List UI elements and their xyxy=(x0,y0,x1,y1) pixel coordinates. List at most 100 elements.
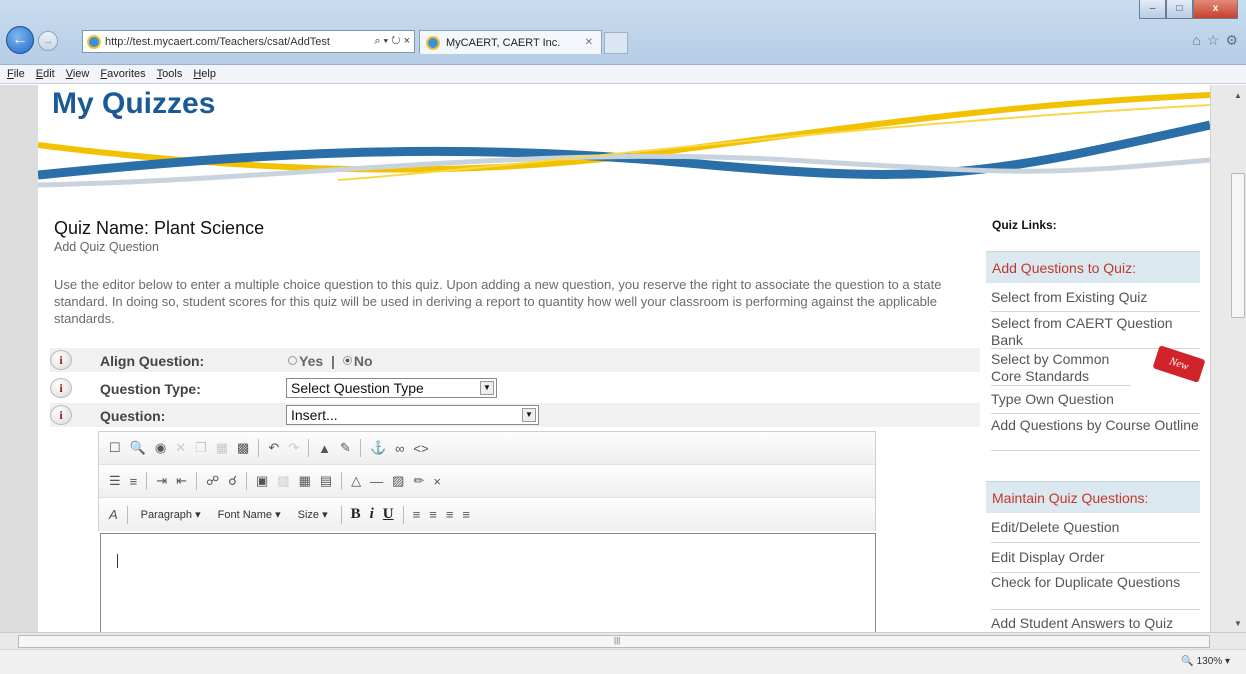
chevron-down-icon[interactable]: ▼ xyxy=(480,381,494,395)
browser-toolbar-icons: ⌂ ☆ ⚙ xyxy=(1192,32,1238,49)
question-editor-body[interactable] xyxy=(100,533,876,632)
font-name-dropdown[interactable]: Font Name ▾ xyxy=(214,506,285,523)
back-button[interactable]: ← xyxy=(6,26,34,54)
ordered-list-icon[interactable]: ☰ xyxy=(109,473,121,489)
info-icon[interactable]: i xyxy=(50,350,72,370)
chevron-down-icon[interactable]: ▼ xyxy=(522,408,536,422)
clear-format-icon[interactable]: × xyxy=(433,474,441,489)
align-yes-radio[interactable] xyxy=(288,356,297,365)
horizontal-scrollbar[interactable]: ||| xyxy=(0,632,1246,649)
align-left-icon[interactable]: ≡ xyxy=(413,507,421,522)
forward-button[interactable]: → xyxy=(38,31,58,51)
font-color-icon[interactable]: ▲ xyxy=(318,441,331,456)
paragraph-dropdown[interactable]: Paragraph ▾ xyxy=(137,506,205,523)
bullet-list-icon[interactable]: ≡ xyxy=(130,474,138,489)
insert-image-icon[interactable]: ▣ xyxy=(256,473,268,489)
font-name-label: Font Name xyxy=(217,509,273,521)
home-icon[interactable]: ⌂ xyxy=(1192,32,1200,49)
maximize-button[interactable]: □ xyxy=(1166,0,1193,19)
star-icon[interactable]: ☆ xyxy=(1207,32,1220,49)
new-doc-icon[interactable]: ☐ xyxy=(109,440,121,456)
align-right-icon[interactable]: ≡ xyxy=(446,507,454,522)
minimize-button[interactable]: – xyxy=(1139,0,1166,19)
insert-select[interactable]: Insert... ▼ xyxy=(286,405,539,425)
horizontal-rule-icon[interactable]: — xyxy=(370,474,383,489)
address-controls[interactable]: ⌕ ▾ ↻ × xyxy=(370,35,414,48)
copy-icon[interactable]: ❐ xyxy=(195,440,207,456)
question-type-select[interactable]: Select Question Type ▼ xyxy=(286,378,497,398)
paragraph-label: Paragraph xyxy=(140,509,193,521)
underline-button[interactable]: U xyxy=(383,506,394,523)
align-no-label[interactable]: No xyxy=(354,353,373,369)
bold-button[interactable]: B xyxy=(351,506,361,523)
new-tab-button[interactable] xyxy=(604,32,628,54)
paste-icon[interactable]: ▦ xyxy=(216,440,228,456)
page-viewport: My Quizzes Quiz Name: Plant Science Add … xyxy=(0,85,1246,632)
undo-icon[interactable]: ↶ xyxy=(268,440,279,456)
quiz-name: Quiz Name: Plant Science xyxy=(54,218,265,238)
justify-icon[interactable]: ≡ xyxy=(462,507,470,522)
vertical-scrollbar[interactable]: ▲ ▼ xyxy=(1210,85,1246,632)
template-icon[interactable]: ▤ xyxy=(320,473,332,489)
menu-file[interactable]: File xyxy=(7,65,25,83)
insert-link-icon[interactable]: ☍ xyxy=(206,473,219,489)
table-icon[interactable]: ▦ xyxy=(299,473,311,489)
unlink-icon[interactable]: ☌ xyxy=(228,473,237,489)
link-common-core[interactable]: Select by Common Core Standards xyxy=(991,351,1131,386)
size-dropdown[interactable]: Size ▾ xyxy=(294,506,332,523)
zoom-control[interactable]: 🔍 130% ▾ xyxy=(1181,656,1230,667)
link-caert-bank[interactable]: Select from CAERT Question Bank xyxy=(991,315,1200,349)
menu-tools[interactable]: Tools xyxy=(157,65,183,83)
link-edit-delete[interactable]: Edit/Delete Question xyxy=(991,519,1200,543)
link-student-answers[interactable]: Add Student Answers to Quiz xyxy=(991,615,1200,632)
code-icon[interactable]: <> xyxy=(413,441,428,456)
browser-tab[interactable]: MyCAERT, CAERT Inc. ✕ xyxy=(419,30,602,54)
menu-help[interactable]: Help xyxy=(193,65,216,83)
align-center-icon[interactable]: ≡ xyxy=(429,507,437,522)
indent-icon[interactable]: ⇥ xyxy=(156,473,167,489)
vertical-scroll-thumb[interactable] xyxy=(1231,173,1245,318)
type-label: Question Type: xyxy=(100,381,201,397)
info-icon[interactable]: i xyxy=(50,378,72,398)
flash-icon[interactable]: ▧ xyxy=(277,473,289,489)
anchor-icon[interactable]: ⚓ xyxy=(370,440,386,456)
menu-view[interactable]: View xyxy=(66,65,90,83)
align-label: Align Question: xyxy=(100,353,205,369)
cut-icon[interactable]: ✕ xyxy=(175,440,186,456)
link-type-own[interactable]: Type Own Question xyxy=(991,391,1200,414)
tab-title: MyCAERT, CAERT Inc. xyxy=(446,36,561,49)
link-duplicates[interactable]: Check for Duplicate Questions xyxy=(991,574,1200,610)
preview-icon[interactable]: 🔍 xyxy=(130,440,146,456)
align-no-radio[interactable] xyxy=(342,356,352,365)
find-icon[interactable]: ◉ xyxy=(155,440,166,456)
menu-edit[interactable]: Edit xyxy=(36,65,55,83)
symbol-icon[interactable]: △ xyxy=(351,473,361,489)
style-icon[interactable]: A xyxy=(109,507,118,522)
paste-word-icon[interactable]: ▩ xyxy=(237,440,249,456)
eraser-icon[interactable]: ✏ xyxy=(413,473,424,489)
address-bar[interactable]: http://test.mycaert.com/Teachers/csat/Ad… xyxy=(82,30,415,53)
align-yes-label[interactable]: Yes xyxy=(299,353,323,369)
close-window-button[interactable]: x xyxy=(1193,0,1238,19)
zoom-level: 130% xyxy=(1196,656,1223,667)
info-icon[interactable]: i xyxy=(50,405,72,425)
highlight-icon[interactable]: ✎ xyxy=(340,440,351,456)
address-url[interactable]: http://test.mycaert.com/Teachers/csat/Ad… xyxy=(105,36,370,48)
link-existing-quiz[interactable]: Select from Existing Quiz xyxy=(991,289,1200,312)
form-icon[interactable]: ▨ xyxy=(392,473,404,489)
redo-icon[interactable]: ↷ xyxy=(288,440,299,456)
gear-icon[interactable]: ⚙ xyxy=(1225,32,1238,49)
menu-bar: File Edit View Favorites Tools Help xyxy=(0,65,1246,84)
italic-button[interactable]: i xyxy=(370,506,374,523)
link-display-order[interactable]: Edit Display Order xyxy=(991,549,1200,573)
page-content: My Quizzes Quiz Name: Plant Science Add … xyxy=(38,85,1210,632)
link-icon[interactable]: ∞ xyxy=(395,441,404,456)
menu-favorites[interactable]: Favorites xyxy=(100,65,145,83)
link-course-outline[interactable]: Add Questions by Course Outline xyxy=(991,417,1200,451)
scroll-up-icon[interactable]: ▲ xyxy=(1231,91,1245,100)
horizontal-scroll-thumb[interactable]: ||| xyxy=(18,635,1210,648)
outdent-icon[interactable]: ⇤ xyxy=(176,473,187,489)
scroll-down-icon[interactable]: ▼ xyxy=(1231,619,1245,628)
ie-favicon-icon xyxy=(87,34,101,49)
close-tab-icon[interactable]: ✕ xyxy=(585,37,593,48)
